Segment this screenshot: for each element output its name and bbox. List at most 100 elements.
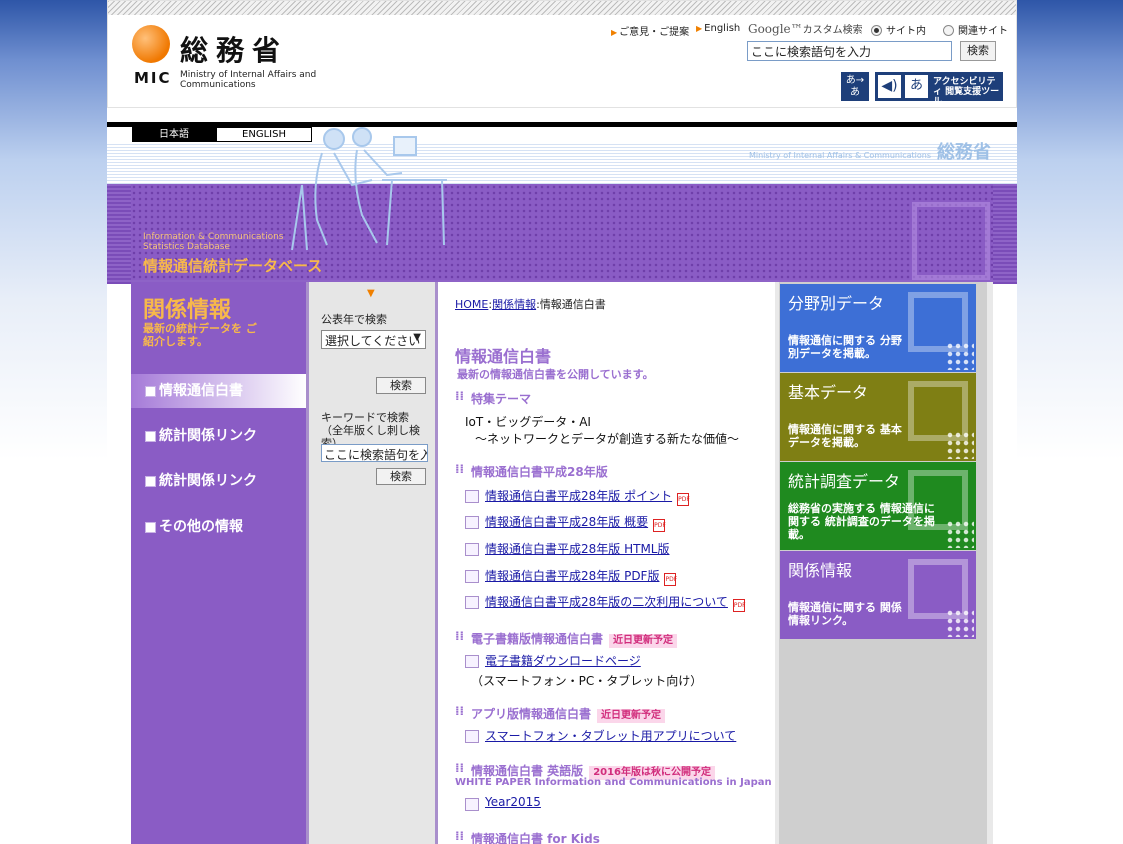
chevron-down-icon: ▼ (413, 332, 421, 343)
link-ebook-download[interactable]: 電子書籍ダウンロードページ (465, 652, 641, 669)
nav-item-stats-links-1[interactable]: 統計関係リンク (131, 419, 306, 453)
header-stripe (108, 1, 1016, 15)
link-label: 電子書籍ダウンロードページ (485, 654, 641, 668)
card-title: 基本データ (788, 383, 869, 402)
keyword-search-label: キーワードで検索 (321, 411, 409, 424)
google-label: カスタム検索 (802, 25, 863, 36)
breadcrumb-current: 情報通信白書 (539, 298, 606, 311)
link-year2015[interactable]: Year2015 (465, 795, 541, 811)
section-theme: 特集テーマ (455, 389, 531, 407)
radio-unchecked-icon (943, 25, 954, 36)
year-search-label: 公表年で検索 (321, 313, 387, 326)
pdf-icon: PDF (677, 493, 690, 506)
breadcrumb-related[interactable]: 関係情報 (492, 298, 536, 311)
google-search-label: Google™カスタム検索 (748, 21, 863, 36)
speaker-icon: ◀) (878, 75, 901, 98)
keyword-search-input[interactable]: ここに検索語句を入力 (321, 444, 428, 462)
card-field-data[interactable]: 分野別データ 情報通信に関する 分野別データを掲載。 (780, 284, 976, 372)
card-title: 分野別データ (788, 294, 885, 313)
theme-line-1: IoT・ビッグデータ・AI (465, 415, 591, 429)
accessibility-tool-button[interactable]: ◀) あ アクセシビリティ 閲覧支援ツール (875, 72, 1003, 107)
section-ebook: 電子書籍版情報通信白書近日更新予定 (455, 629, 678, 648)
card-text: 情報通信に関する 分野別データを掲載。 (788, 334, 902, 360)
page: 総務省 MIC Ministry of Internal Affairs and… (107, 0, 1017, 844)
nav-item-other-info[interactable]: その他の情報 (131, 510, 306, 544)
radio-site[interactable]: サイト内 (871, 22, 926, 37)
link-label: 情報通信白書平成28年版の二次利用について (485, 595, 728, 609)
db-title-en: Information & Communications Statistics … (143, 232, 284, 252)
radio-site-label: サイト内 (886, 26, 926, 37)
nav-item-stats-links-2[interactable]: 統計関係リンク (131, 464, 306, 498)
link-h28-point[interactable]: 情報通信白書平成28年版 ポイント PDF (465, 487, 690, 506)
card-text: 情報通信に関する 基本データを掲載。 (788, 423, 902, 449)
google-word: Google™ (748, 22, 803, 36)
down-triangle-icon: ▼ (367, 288, 375, 299)
status-badge: 近日更新予定 (597, 709, 666, 723)
left-nav-subtitle: 最新の統計データを ご紹介します。 (143, 322, 257, 348)
card-survey-data[interactable]: 統計調査データ 総務省の実施する 情報通信に関する 統計調査のデータを掲載。 (780, 462, 976, 550)
dots-icon (946, 342, 974, 370)
dots-icon (946, 520, 974, 548)
section-app: アプリ版情報通信白書近日更新予定 (455, 704, 666, 723)
year-select-value: 選択してください (325, 334, 421, 348)
breadcrumb: HOME:関係情報:情報通信白書 (455, 296, 606, 312)
left-nav-title: 関係情報 (143, 298, 232, 323)
link-label: 情報通信白書平成28年版 PDF版 (485, 569, 660, 583)
radio-checked-icon (871, 25, 882, 36)
section-kids: 情報通信白書 for Kids (455, 829, 600, 844)
logo-mic: MIC (134, 69, 172, 87)
card-related-info[interactable]: 関係情報 情報通信に関する 関係情報リンク。 (780, 551, 976, 639)
logo-title[interactable]: 総務省 (180, 29, 288, 69)
link-app[interactable]: スマートフォン・タブレット用アプリについて (465, 727, 736, 744)
link-h28-html[interactable]: 情報通信白書平成28年版 HTML版 (465, 540, 669, 557)
card-text: 総務省の実施する 情報通信に関する 統計調査のデータを掲載。 (788, 502, 935, 541)
card-title: 関係情報 (788, 561, 853, 580)
card-basic-data[interactable]: 基本データ 情報通信に関する 基本データを掲載。 (780, 373, 976, 461)
banner-mic-ja: 総務省 (937, 142, 991, 163)
page-title: 情報通信白書 (455, 347, 552, 366)
mic-logo-icon[interactable] (132, 25, 170, 63)
english-subtitle: WHITE PAPER Information and Communicatio… (455, 777, 772, 788)
status-badge: 近日更新予定 (609, 634, 678, 648)
nav-item-whitepaper[interactable]: 情報通信白書 (131, 374, 306, 408)
people-illustration (291, 127, 447, 251)
breadcrumb-home[interactable]: HOME (455, 298, 488, 311)
logo-english: Ministry of Internal Affairs and Communi… (180, 70, 317, 90)
ebook-note: （スマートフォン・PC・タブレット向け） (471, 674, 703, 688)
feedback-link[interactable]: ご意見・ご提案 (611, 23, 689, 38)
year-select[interactable]: 選択してください ▼ (321, 330, 426, 349)
english-link[interactable]: English (696, 23, 740, 34)
pdf-icon: PDF (664, 573, 677, 586)
text-size-button[interactable]: あ→あ (841, 72, 869, 101)
section-ebook-title: 電子書籍版情報通信白書 (471, 632, 604, 646)
section-english-title: 情報通信白書 英語版 (471, 764, 584, 778)
link-label: 情報通信白書平成28年版 HTML版 (485, 542, 670, 556)
site-header: 総務省 MIC Ministry of Internal Affairs and… (107, 0, 1017, 108)
lang-japanese-tab[interactable]: 日本語 (132, 127, 216, 142)
link-label: Year2015 (485, 795, 541, 809)
radio-related[interactable]: 関連サイト (943, 22, 1008, 37)
site-search-input[interactable]: ここに検索語句を入力 (747, 41, 952, 61)
card-title: 統計調査データ (788, 472, 901, 491)
banner-mic-logo: Ministry of Internal Affairs & Communica… (749, 138, 991, 164)
year-search-button[interactable]: 検索 (376, 377, 426, 394)
db-title-ja: 情報通信統計データベース (143, 257, 323, 275)
radio-related-label: 関連サイト (958, 26, 1008, 37)
section-h28: 情報通信白書平成28年版 (455, 462, 608, 480)
keyword-search-button[interactable]: 検索 (376, 468, 426, 485)
band-decoration (912, 202, 990, 280)
pdf-icon: PDF (732, 599, 746, 612)
link-label: スマートフォン・タブレット用アプリについて (485, 729, 737, 743)
pdf-icon: PDF (653, 519, 666, 532)
theme-line-2: ～ネットワークとデータが創造する新たな価値～ (475, 432, 740, 446)
banner-mic-en: Ministry of Internal Affairs & Communica… (748, 151, 931, 160)
link-h28-summary[interactable]: 情報通信白書平成28年版 概要 PDF (465, 513, 666, 532)
link-h28-secondary-use[interactable]: 情報通信白書平成28年版の二次利用について PDF (465, 593, 746, 612)
site-search-button[interactable]: 検索 (960, 41, 996, 61)
link-label: 情報通信白書平成28年版 ポイント (485, 489, 673, 503)
link-h28-pdf[interactable]: 情報通信白書平成28年版 PDF版 PDF (465, 567, 677, 586)
left-nav: 関係情報 最新の統計データを ご紹介します。 情報通信白書 統計関係リンク 統計… (131, 282, 306, 844)
accessibility-tool-label: アクセシビリティ 閲覧支援ツール (933, 77, 1000, 107)
section-app-title: アプリ版情報通信白書 (471, 707, 592, 721)
dots-icon (946, 431, 974, 459)
